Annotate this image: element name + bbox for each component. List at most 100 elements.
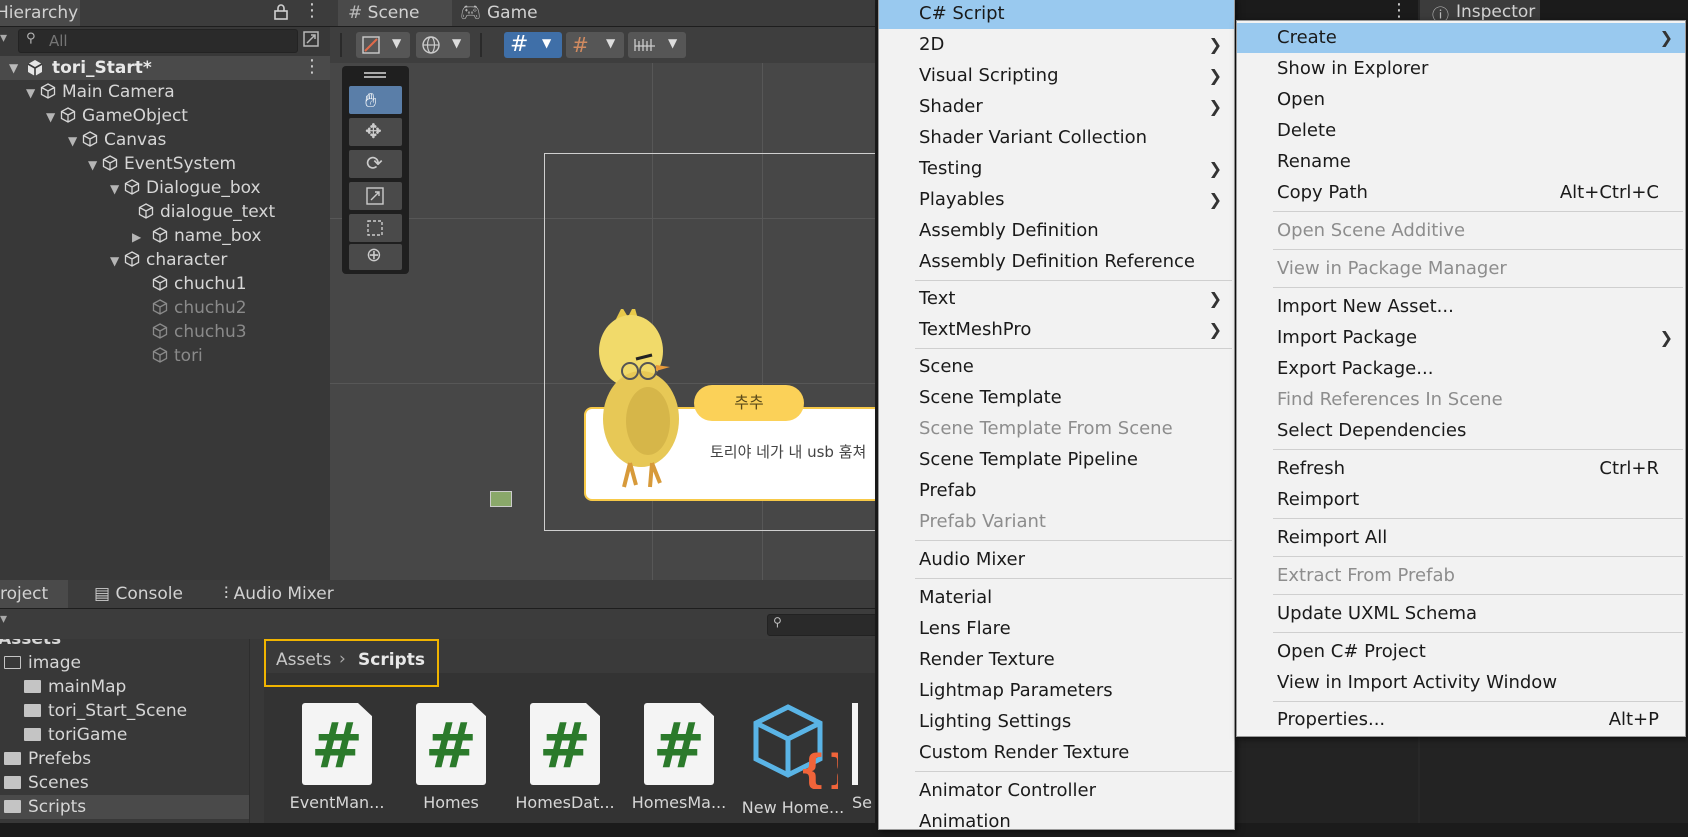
hierarchy-item-eventsystem[interactable]: ▼ EventSystem (88, 152, 236, 176)
collapse-arrow-icon[interactable]: ▼ (110, 177, 124, 201)
project-search-field[interactable]: ⚲ (767, 614, 875, 636)
menu-item-delete[interactable]: Delete (1237, 116, 1685, 146)
collapse-arrow-icon[interactable]: ▼ (110, 249, 124, 273)
folder-tori-start-scene[interactable]: tori_Start_Scene (24, 699, 187, 723)
menu-item-lens-flare[interactable]: Lens Flare (879, 614, 1234, 644)
menu-item-testing[interactable]: Testing ❯ (879, 154, 1234, 184)
hierarchy-item-dialogue-box[interactable]: ▼ Dialogue_box (110, 176, 261, 200)
toolbar-grip[interactable] (340, 33, 342, 57)
menu-item-import-new-asset[interactable]: Import New Asset... (1237, 292, 1685, 322)
menu-item-properties[interactable]: Properties... Alt+P (1237, 705, 1685, 735)
menu-item-shader-variant-collection[interactable]: Shader Variant Collection (879, 123, 1234, 153)
chick-character-sprite[interactable] (586, 309, 686, 489)
name-box[interactable]: 추추 (694, 385, 804, 421)
tab-hierarchy[interactable]: Hierarchy (0, 0, 80, 26)
breadcrumb-current[interactable]: Scripts (358, 650, 425, 670)
lock-icon[interactable] (274, 4, 288, 20)
menu-item-2d[interactable]: 2D ❯ (879, 30, 1234, 60)
menu-item-animator-controller[interactable]: Animator Controller (879, 776, 1234, 806)
menu-item-custom-render-texture[interactable]: Custom Render Texture (879, 738, 1234, 768)
folder-prefebs[interactable]: Prefebs (4, 747, 91, 771)
render-mode-dropdown[interactable]: ▼ (416, 32, 470, 58)
tab-project[interactable]: Project (0, 580, 68, 608)
menu-item-open-csharp-project[interactable]: Open C# Project (1237, 637, 1685, 667)
menu-item-textmeshpro[interactable]: TextMeshPro ❯ (879, 315, 1234, 345)
asset-new-home[interactable]: {} New Home... (738, 703, 855, 817)
menu-item-material[interactable]: Material (879, 583, 1234, 613)
tab-audio-mixer[interactable]: ⫶ Audio Mixer (214, 580, 344, 608)
scene-root-row[interactable]: ▼ tori_Start* ⋮ (0, 56, 330, 80)
folder-image[interactable]: image (4, 651, 81, 675)
menu-item-show-in-explorer[interactable]: Show in Explorer (1237, 54, 1685, 84)
menu-item-lightmap-parameters[interactable]: Lightmap Parameters (879, 676, 1234, 706)
hand-tool-button[interactable]: ✋︎ (349, 86, 402, 114)
menu-item-assembly-definition-reference[interactable]: Assembly Definition Reference (879, 247, 1234, 277)
menu-item-assembly-definition[interactable]: Assembly Definition (879, 216, 1234, 246)
menu-item-refresh[interactable]: Refresh Ctrl+R (1237, 454, 1685, 484)
expand-arrow-icon[interactable]: ▶ (132, 225, 152, 249)
menu-item-lighting-settings[interactable]: Lighting Settings (879, 707, 1234, 737)
hierarchy-item-chuchu3[interactable]: chuchu3 (152, 320, 247, 344)
menu-item-update-uxml-schema[interactable]: Update UXML Schema (1237, 599, 1685, 629)
tab-game[interactable]: 🎮︎ Game (450, 0, 560, 26)
hierarchy-item-canvas[interactable]: ▼ Canvas (68, 128, 166, 152)
menu-item-import-package[interactable]: Import Package ❯ (1237, 323, 1685, 353)
collapse-arrow-icon[interactable]: ▼ (88, 153, 102, 177)
increment-snap-dropdown[interactable]: ▼ (628, 32, 686, 58)
hierarchy-item-chuchu1[interactable]: chuchu1 (152, 272, 247, 296)
add-dropdown-icon[interactable]: ▾ (0, 611, 7, 627)
scale-tool-button[interactable] (349, 182, 402, 210)
draw-mode-dropdown[interactable]: ▼ (356, 32, 410, 58)
asset-partial[interactable]: Se (852, 703, 875, 812)
hierarchy-item-dialogue-text[interactable]: dialogue_text (138, 200, 275, 224)
palette-grip-icon[interactable] (364, 72, 386, 74)
hierarchy-item-character[interactable]: ▼ character (110, 248, 227, 272)
menu-item-render-texture[interactable]: Render Texture (879, 645, 1234, 675)
menu-item-reimport-all[interactable]: Reimport All (1237, 523, 1685, 553)
folder-torigame[interactable]: toriGame (24, 723, 127, 747)
menu-item-export-package[interactable]: Export Package... (1237, 354, 1685, 384)
menu-item-copy-path[interactable]: Copy Path Alt+Ctrl+C (1237, 178, 1685, 208)
collapse-arrow-icon[interactable]: ▼ (9, 56, 18, 80)
menu-item-visual-scripting[interactable]: Visual Scripting ❯ (879, 61, 1234, 91)
collapse-arrow-icon[interactable]: ▼ (46, 105, 60, 129)
asset-homes[interactable]: # Homes (396, 703, 506, 812)
snap-increment-dropdown[interactable]: # ▼ (566, 32, 624, 58)
menu-item-animation[interactable]: Animation (879, 807, 1234, 837)
menu-item-audio-mixer[interactable]: Audio Mixer (879, 545, 1234, 575)
menu-item-scene-template[interactable]: Scene Template (879, 383, 1234, 413)
scene-visibility-icon[interactable] (302, 30, 320, 48)
tree-scrollbar[interactable]: ▲ (249, 639, 250, 823)
move-tool-button[interactable]: ✥ (349, 118, 402, 146)
rect-tool-button[interactable] (349, 214, 402, 242)
hierarchy-item-chuchu2[interactable]: chuchu2 (152, 296, 247, 320)
hierarchy-item-name-box[interactable]: ▶ name_box (132, 224, 261, 248)
menu-item-shader[interactable]: Shader ❯ (879, 92, 1234, 122)
menu-item-scene-template-pipeline[interactable]: Scene Template Pipeline (879, 445, 1234, 475)
hierarchy-item-main-camera[interactable]: ▼ Main Camera (26, 80, 175, 104)
tree-root-assets[interactable]: Assets (0, 639, 61, 651)
hierarchy-item-gameobject[interactable]: ▼ GameObject (46, 104, 188, 128)
collapse-arrow-icon[interactable]: ▼ (26, 81, 40, 105)
hierarchy-search-input[interactable] (47, 31, 291, 51)
more-options-icon[interactable]: ⋮ (303, 2, 321, 22)
menu-item-create[interactable]: Create ❯ (1237, 23, 1685, 53)
menu-item-rename[interactable]: Rename (1237, 147, 1685, 177)
menu-item-scene[interactable]: Scene (879, 352, 1234, 382)
more-options-icon[interactable]: ⋮ (1390, 0, 1408, 21)
menu-item-text[interactable]: Text ❯ (879, 284, 1234, 314)
add-dropdown-icon[interactable]: ▾ (0, 30, 7, 46)
hierarchy-item-tori[interactable]: tori (152, 344, 203, 368)
asset-eventmanager[interactable]: # EventMan... (282, 703, 392, 812)
grid-snapping-toggle[interactable]: # ▼ (504, 32, 562, 58)
menu-item-view-in-import-activity-window[interactable]: View in Import Activity Window (1237, 668, 1685, 698)
scene-menu-icon[interactable]: ⋮ (303, 58, 321, 76)
asset-homesdata[interactable]: # HomesDat... (510, 703, 620, 812)
folder-scripts[interactable]: Scripts (0, 795, 250, 819)
menu-item-reimport[interactable]: Reimport (1237, 485, 1685, 515)
menu-item-playables[interactable]: Playables ❯ (879, 185, 1234, 215)
tab-scene[interactable]: # Scene (338, 0, 452, 26)
asset-homesmanager[interactable]: # HomesMa... (624, 703, 734, 812)
tab-console[interactable]: ▤ Console (84, 580, 193, 608)
hierarchy-search-field[interactable]: ⚲ (18, 29, 298, 53)
